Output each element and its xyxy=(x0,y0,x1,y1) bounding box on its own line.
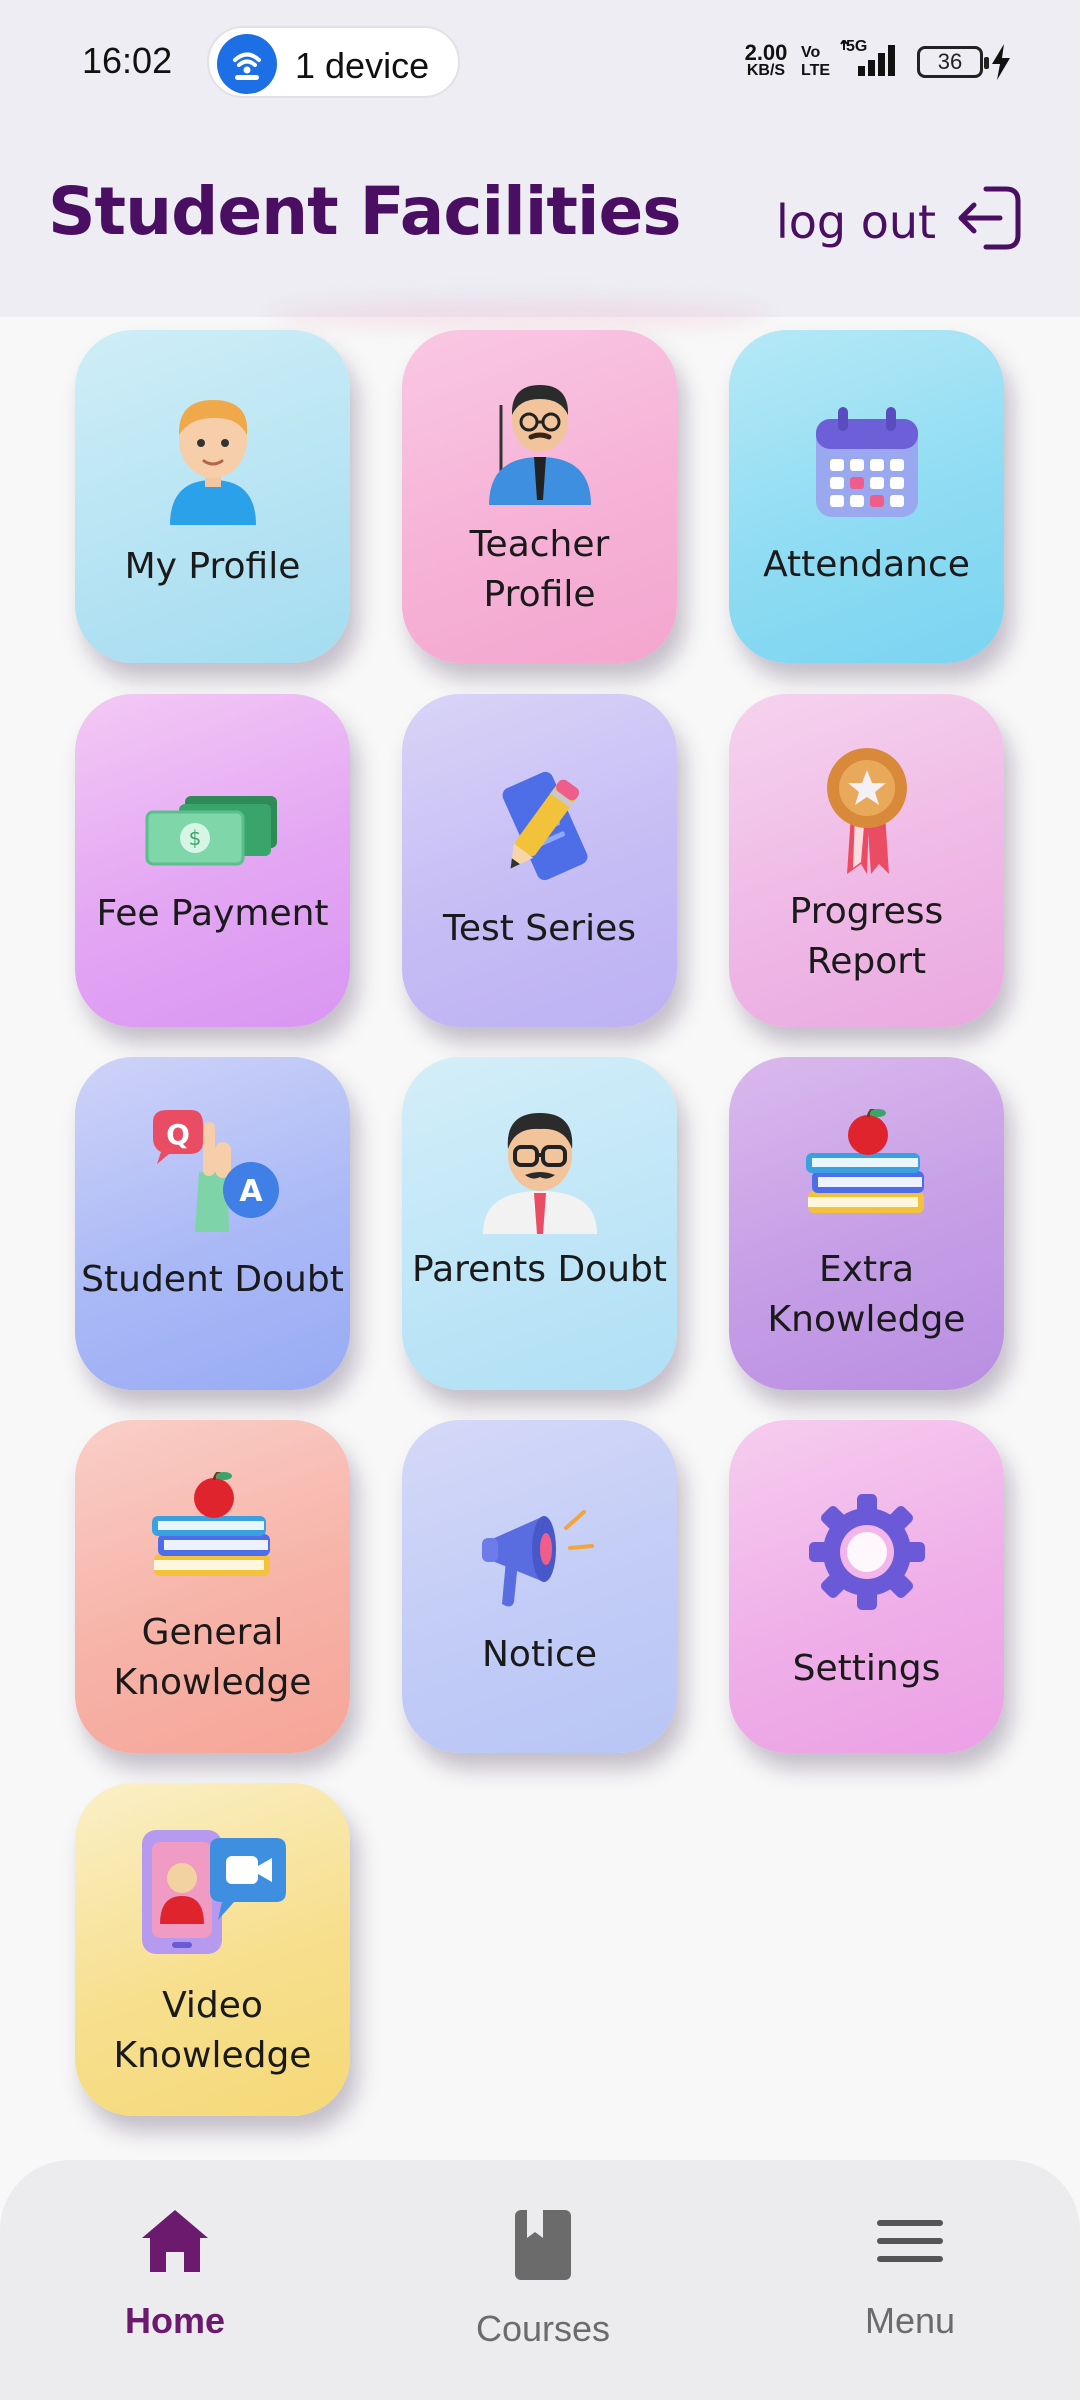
tile-label: Notice xyxy=(481,1634,597,1675)
nav-label: Menu xyxy=(864,2300,956,2341)
books-apple-icon xyxy=(152,1472,270,1576)
tile-label: Attendance xyxy=(763,544,970,585)
nav-item-home[interactable]: Home xyxy=(75,2208,275,2368)
money-icon: $ xyxy=(145,796,277,866)
header-glow xyxy=(270,300,770,330)
tile-video-knowledge[interactable]: Video Knowledge xyxy=(75,1783,350,2116)
tile-settings[interactable]: Settings xyxy=(729,1420,1004,1753)
megaphone-icon xyxy=(481,1510,594,1607)
tile-student-doubt[interactable]: Q A Student Doubt xyxy=(75,1057,350,1390)
charging-icon xyxy=(992,44,1010,80)
volte-bottom: LTE xyxy=(801,62,831,79)
hotspot-icon xyxy=(217,34,277,94)
svg-text:Q: Q xyxy=(166,1118,190,1151)
tile-label: Video Knowledge xyxy=(113,1985,312,2076)
page-title: Student Facilities xyxy=(48,173,682,250)
home-icon xyxy=(142,2210,208,2272)
hotspot-pill[interactable]: 1 device xyxy=(207,26,460,98)
status-time: 16:02 xyxy=(82,40,173,81)
volte-indicator: Vo LTE xyxy=(801,44,830,80)
question-answer-icon: Q A xyxy=(152,1110,279,1232)
tile-attendance[interactable]: Attendance xyxy=(729,330,1004,663)
parent-avatar-icon xyxy=(482,1113,597,1234)
books-apple-icon xyxy=(806,1109,924,1213)
tile-label: Teacher Profile xyxy=(469,524,610,615)
tile-label: Fee Payment xyxy=(96,893,329,934)
tile-test-series[interactable]: Test Series xyxy=(402,694,677,1027)
video-call-icon xyxy=(141,1830,286,1954)
tile-label: Student Doubt xyxy=(81,1259,344,1300)
tile-fee-payment[interactable]: $ Fee Payment xyxy=(75,694,350,1027)
logout-label: log out xyxy=(776,195,937,249)
hotspot-label: 1 device xyxy=(295,45,430,86)
medal-icon xyxy=(826,748,907,874)
tile-label: Extra Knowledge xyxy=(767,1249,966,1340)
logout-icon xyxy=(958,186,1021,250)
tile-progress-report[interactable]: Progress Report xyxy=(729,694,1004,1027)
nav-label: Home xyxy=(124,2300,226,2341)
net-speed: 2.00 KB/S xyxy=(738,42,794,80)
tile-general-knowledge[interactable]: General Knowledge xyxy=(75,1420,350,1753)
tile-parents-doubt[interactable]: Parents Doubt xyxy=(402,1057,677,1390)
student-avatar-icon xyxy=(169,400,256,525)
tile-label: Progress Report xyxy=(789,891,944,982)
menu-icon xyxy=(877,2220,943,2262)
tile-label: Parents Doubt xyxy=(412,1249,667,1290)
battery-icon: 36 xyxy=(917,46,989,78)
gear-icon xyxy=(808,1494,925,1610)
volte-top: Vo xyxy=(801,44,821,61)
calendar-icon xyxy=(815,407,918,517)
svg-text:$: $ xyxy=(189,826,202,850)
nav-label: Courses xyxy=(475,2308,611,2349)
tile-teacher-profile[interactable]: Teacher Profile xyxy=(402,330,677,663)
app-header: Student Facilities log out xyxy=(0,125,1080,317)
tile-my-profile[interactable]: My Profile xyxy=(75,330,350,663)
tile-extra-knowledge[interactable]: Extra Knowledge xyxy=(729,1057,1004,1390)
tile-notice[interactable]: Notice xyxy=(402,1420,677,1753)
nav-item-courses[interactable]: Courses xyxy=(443,2208,643,2368)
nav-item-menu[interactable]: Menu xyxy=(810,2208,1010,2368)
tile-label: General Knowledge xyxy=(113,1612,312,1703)
signal-icon: 5G xyxy=(838,38,902,78)
svg-text:A: A xyxy=(239,1174,263,1209)
teacher-avatar-icon xyxy=(488,385,591,505)
book-icon xyxy=(515,2210,571,2280)
battery-level: 36 xyxy=(937,49,963,74)
bottom-navigation: Home Courses Menu xyxy=(0,2160,1080,2400)
status-bar: 16:02 1 device 2.00 KB/S Vo LTE 5G 36 xyxy=(0,0,1080,125)
pencil-paper-icon xyxy=(502,771,587,881)
tile-label: My Profile xyxy=(124,546,301,587)
tile-label: Settings xyxy=(792,1648,941,1689)
tile-label: Test Series xyxy=(442,908,637,949)
